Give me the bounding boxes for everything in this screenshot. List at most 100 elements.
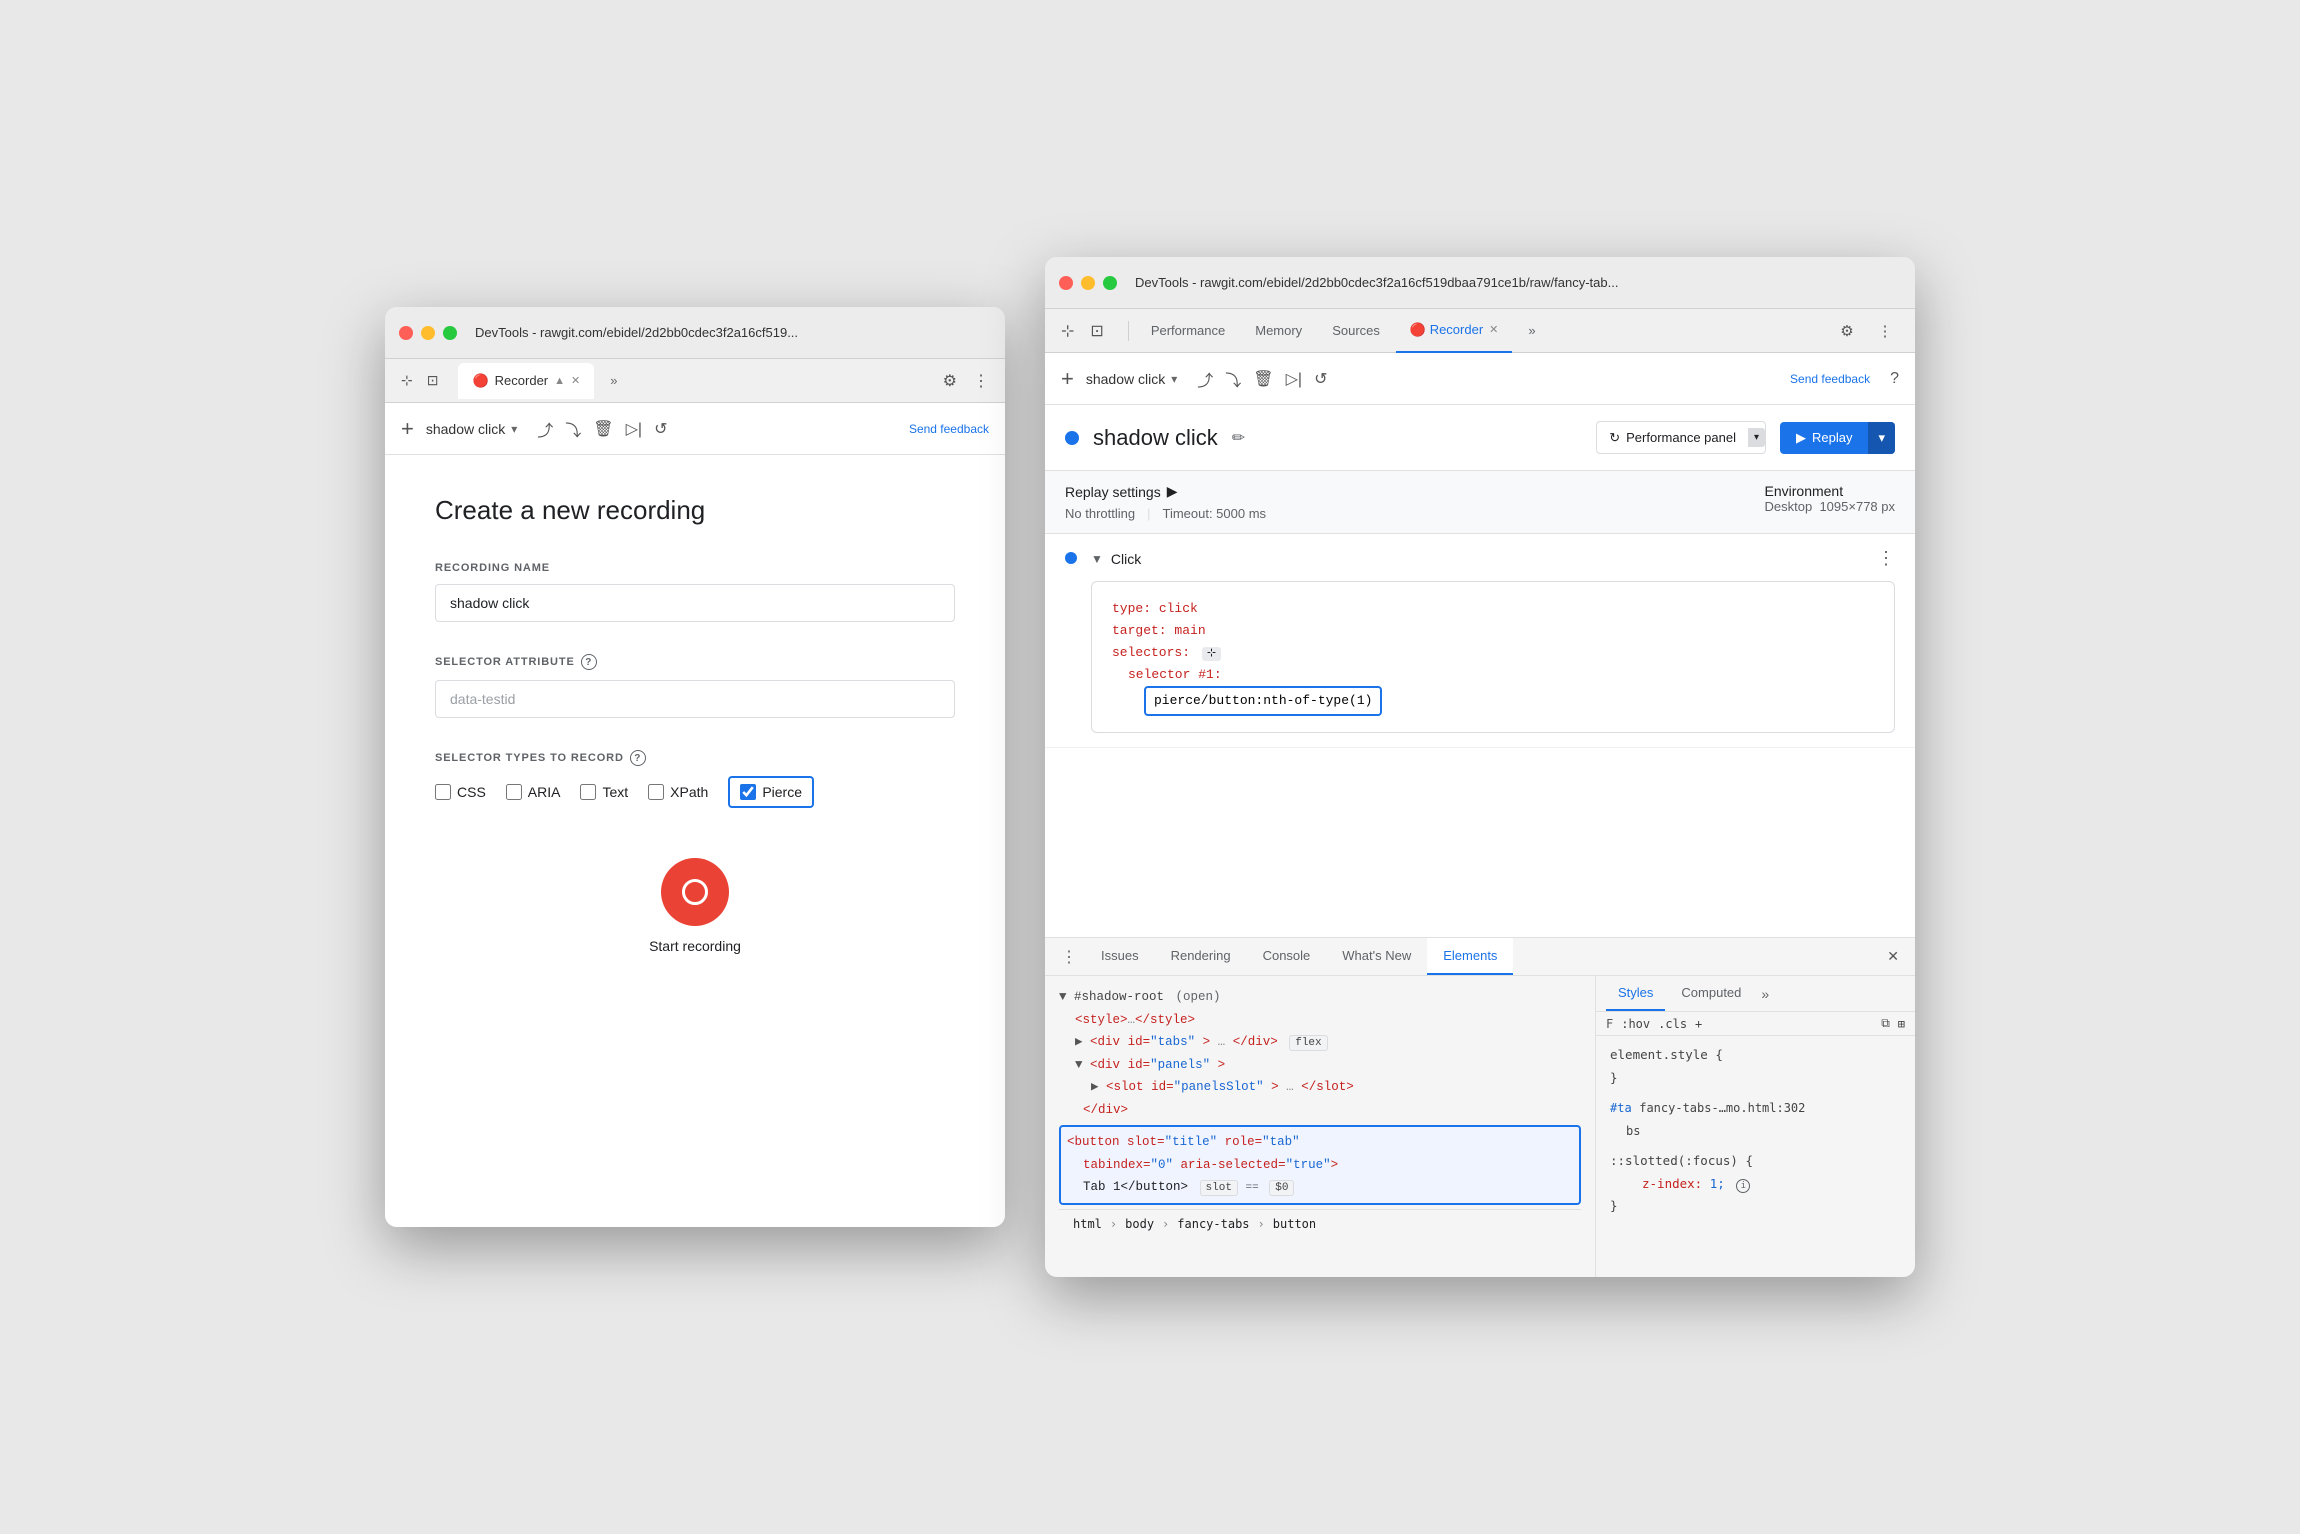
replay-btn-dropdown[interactable]: ▾ [1868, 422, 1895, 454]
css-checkbox-item[interactable]: CSS [435, 784, 486, 800]
selector-value: pierce/button:nth-of-type(1) [1144, 686, 1382, 716]
settings-icon-left[interactable]: ⚙ [939, 367, 961, 395]
styles-tab-more-icon[interactable]: » [1761, 986, 1769, 1002]
right-upload-icon[interactable]: ⤴ [1197, 367, 1213, 391]
shadow-root-expand[interactable]: ▼ [1059, 990, 1074, 1004]
create-recording-title: Create a new recording [435, 495, 955, 526]
right-nav-tabs: Performance Memory Sources 🔴 Recorder ✕ … [1137, 309, 1833, 353]
replay-btn-main[interactable]: ▶ Replay [1780, 422, 1868, 454]
edit-icon[interactable]: ✏ [1232, 428, 1245, 448]
text-checkbox-item[interactable]: Text [580, 784, 628, 800]
filter-icon[interactable]: F [1606, 1017, 1613, 1031]
maximize-button-right[interactable] [1103, 276, 1117, 290]
step-more-icon[interactable]: ⋮ [1877, 548, 1895, 569]
ta-selector[interactable]: #ta [1610, 1101, 1632, 1115]
replay-loop-icon[interactable]: ↺ [654, 419, 667, 439]
panel-toggle-icon-right[interactable]: ⊡ [1090, 321, 1103, 341]
button-line-3: Tab 1</button> slot == $0 [1067, 1176, 1573, 1199]
step-title: Click [1111, 551, 1141, 567]
selector-attr-help-icon[interactable]: ? [581, 654, 597, 670]
selector-attr-input[interactable] [435, 680, 955, 718]
bottom-tab-more-icon[interactable]: ⋮ [1053, 943, 1085, 971]
selector-types-label: SELECTOR TYPES TO RECORD ? [435, 750, 955, 766]
cursor-icon-right[interactable]: ⊹ [1061, 321, 1074, 341]
download-icon[interactable]: ⤵ [565, 417, 581, 441]
tab-rendering[interactable]: Rendering [1155, 938, 1247, 975]
perf-panel-label: Performance panel [1626, 430, 1736, 445]
recorder-tab-left[interactable]: 🔴 Recorder ▲ ✕ [458, 363, 594, 399]
recording-name-dropdown[interactable]: shadow click ▾ [426, 421, 517, 437]
div-tabs-expand[interactable]: ▶ [1075, 1035, 1090, 1049]
right-recording-name-dropdown[interactable]: shadow click ▾ [1086, 371, 1177, 387]
copy-style-icon[interactable]: ⧉ [1881, 1016, 1890, 1031]
recorder-tab-close[interactable]: ✕ [571, 374, 580, 387]
aria-checkbox-item[interactable]: ARIA [506, 784, 561, 800]
hov-btn[interactable]: :hov [1621, 1017, 1650, 1031]
tab-computed[interactable]: Computed [1669, 976, 1753, 1011]
right-step-icon[interactable]: ▷| [1286, 369, 1302, 389]
upload-icon[interactable]: ⤴ [537, 417, 553, 441]
selector-types-help-icon[interactable]: ? [630, 750, 646, 766]
bc-html[interactable]: html [1073, 1214, 1102, 1236]
z-index-info-icon[interactable]: i [1736, 1179, 1750, 1193]
tab-elements[interactable]: Elements [1427, 938, 1513, 975]
tab-issues[interactable]: Issues [1085, 938, 1155, 975]
div-panels-expand[interactable]: ▼ [1075, 1058, 1090, 1072]
recorder-tab-close-right[interactable]: ✕ [1489, 323, 1498, 336]
bc-body[interactable]: body [1125, 1214, 1154, 1236]
nav-tab-memory[interactable]: Memory [1241, 309, 1316, 353]
perf-panel-btn[interactable]: ↻ Performance panel ▾ [1596, 421, 1766, 454]
step-expand-icon[interactable]: ▼ [1091, 552, 1103, 566]
xpath-checkbox[interactable] [648, 784, 664, 800]
tab-overflow-left[interactable]: » [602, 369, 625, 392]
add-btn-right[interactable]: + [1061, 366, 1074, 392]
more-icon-right[interactable]: ⋮ [1871, 317, 1899, 345]
button-highlight-box[interactable]: <button slot="title" role="tab" tabindex… [1059, 1125, 1581, 1205]
tab-whats-new[interactable]: What's New [1326, 938, 1427, 975]
bottom-panel-close-btn[interactable]: ✕ [1879, 944, 1907, 969]
send-feedback-link-left[interactable]: Send feedback [909, 422, 989, 436]
pierce-checkbox[interactable] [740, 784, 756, 800]
minimize-button-right[interactable] [1081, 276, 1095, 290]
send-feedback-link-right[interactable]: Send feedback [1790, 372, 1870, 386]
minimize-button-left[interactable] [421, 326, 435, 340]
nav-tab-sources[interactable]: Sources [1318, 309, 1394, 353]
bc-button[interactable]: button [1273, 1214, 1316, 1236]
pierce-checkbox-item[interactable]: Pierce [728, 776, 814, 808]
add-recording-btn[interactable]: + [401, 416, 414, 442]
right-replay-loop-icon[interactable]: ↺ [1314, 369, 1327, 389]
xpath-checkbox-item[interactable]: XPath [648, 784, 708, 800]
nav-tab-recorder[interactable]: 🔴 Recorder ✕ [1396, 309, 1512, 353]
delete-icon[interactable]: 🗑 [593, 419, 613, 439]
code-selector1-line: selector #1: [1112, 664, 1874, 686]
layout-style-icon[interactable]: ⊞ [1898, 1017, 1905, 1031]
more-icon-left[interactable]: ⋮ [969, 367, 993, 395]
maximize-button-left[interactable] [443, 326, 457, 340]
tab-styles[interactable]: Styles [1606, 976, 1665, 1011]
start-recording-btn[interactable] [661, 858, 729, 926]
replay-settings-title[interactable]: Replay settings ▶ [1065, 483, 1266, 500]
aria-checkbox[interactable] [506, 784, 522, 800]
css-checkbox[interactable] [435, 784, 451, 800]
cls-btn[interactable]: .cls [1658, 1017, 1687, 1031]
tab-console[interactable]: Console [1247, 938, 1327, 975]
slot-expand[interactable]: ▶ [1091, 1080, 1106, 1094]
add-style-btn[interactable]: + [1695, 1017, 1702, 1031]
cursor-icon[interactable]: ⊹ [397, 368, 417, 393]
step-icon[interactable]: ▷| [626, 419, 642, 439]
replay-btn[interactable]: ▶ Replay ▾ [1780, 422, 1895, 454]
right-delete-icon[interactable]: 🗑 [1253, 369, 1273, 389]
nav-tab-performance[interactable]: Performance [1137, 309, 1239, 353]
settings-icon-right[interactable]: ⚙ [1833, 317, 1861, 345]
recording-name-input[interactable] [435, 584, 955, 622]
right-download-icon[interactable]: ⤵ [1225, 367, 1241, 391]
panel-toggle-icon[interactable]: ⊡ [423, 368, 443, 393]
help-icon-right[interactable]: ? [1890, 370, 1899, 388]
bc-fancy-tabs[interactable]: fancy-tabs [1177, 1214, 1249, 1236]
close-button-left[interactable] [399, 326, 413, 340]
text-checkbox[interactable] [580, 784, 596, 800]
close-button-right[interactable] [1059, 276, 1073, 290]
nav-tab-overflow[interactable]: » [1514, 309, 1549, 353]
recording-name-text: shadow click [426, 421, 505, 437]
perf-panel-dropdown-chevron[interactable]: ▾ [1748, 428, 1765, 447]
